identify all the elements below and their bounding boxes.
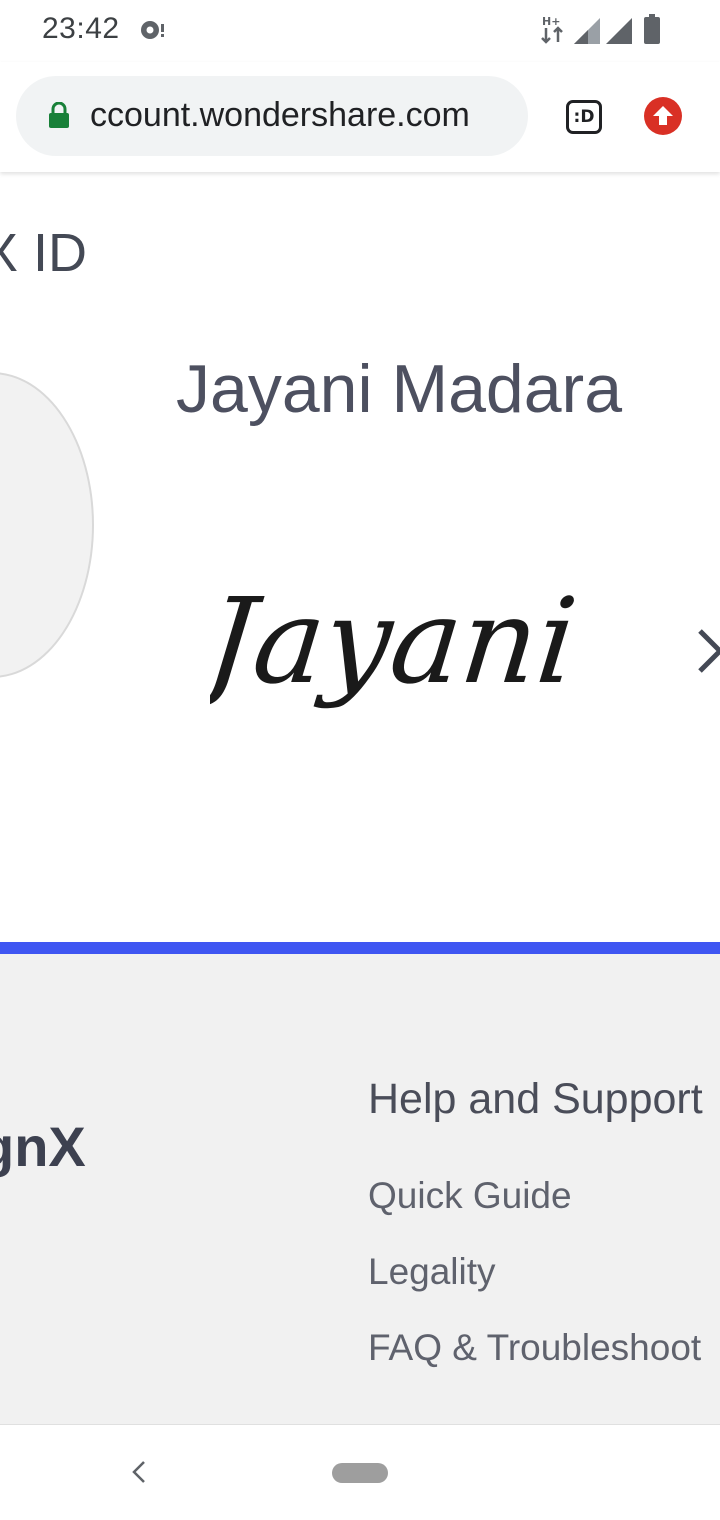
system-navbar	[0, 1424, 720, 1520]
chevron-right-icon[interactable]	[694, 627, 720, 675]
network-label: H+	[542, 15, 560, 28]
status-icons: H+	[540, 14, 680, 48]
tabs-button[interactable]: :D	[566, 100, 602, 134]
help-support-title: Help and Support	[368, 1075, 703, 1123]
url-text[interactable]: ccount.wondershare.com	[90, 96, 470, 135]
user-name: Jayani Madara	[176, 351, 623, 427]
footer: gnX Help and Support Quick Guide Legalit…	[0, 954, 720, 1424]
lock-icon	[49, 102, 69, 128]
browser-toolbar: ccount.wondershare.com :D	[0, 62, 720, 172]
signature-image[interactable]: Jayani	[210, 557, 630, 747]
signal-icon	[606, 18, 632, 44]
data-transfer-icon: H+	[541, 15, 563, 44]
status-time: 23:42	[42, 12, 120, 45]
update-icon	[653, 106, 673, 125]
page-heading: X ID	[0, 223, 88, 283]
notification-icon	[141, 21, 164, 39]
update-button[interactable]	[644, 97, 682, 135]
signal-icon	[574, 18, 600, 44]
quick-guide-link[interactable]: Quick Guide	[368, 1174, 720, 1218]
page-content: X ID Jayani Madara Jayani gnX Help and S…	[0, 172, 720, 1424]
help-support-column: Help and Support Quick Guide Legality FA…	[368, 1074, 720, 1370]
address-bar[interactable]: ccount.wondershare.com	[16, 76, 528, 156]
legality-link[interactable]: Legality	[368, 1250, 720, 1294]
accent-divider	[0, 942, 720, 954]
home-pill-icon[interactable]	[332, 1463, 388, 1483]
tabs-icon: :D	[573, 107, 595, 127]
signature-text: Jayani	[210, 572, 583, 710]
status-bar: 23:42 H+	[0, 0, 720, 62]
footer-brand: gnX	[0, 1115, 86, 1178]
back-icon[interactable]	[126, 1457, 152, 1487]
faq-troubleshoot-link[interactable]: FAQ & Troubleshoot	[368, 1326, 720, 1370]
avatar-icon[interactable]	[0, 372, 94, 678]
battery-icon	[644, 14, 660, 44]
